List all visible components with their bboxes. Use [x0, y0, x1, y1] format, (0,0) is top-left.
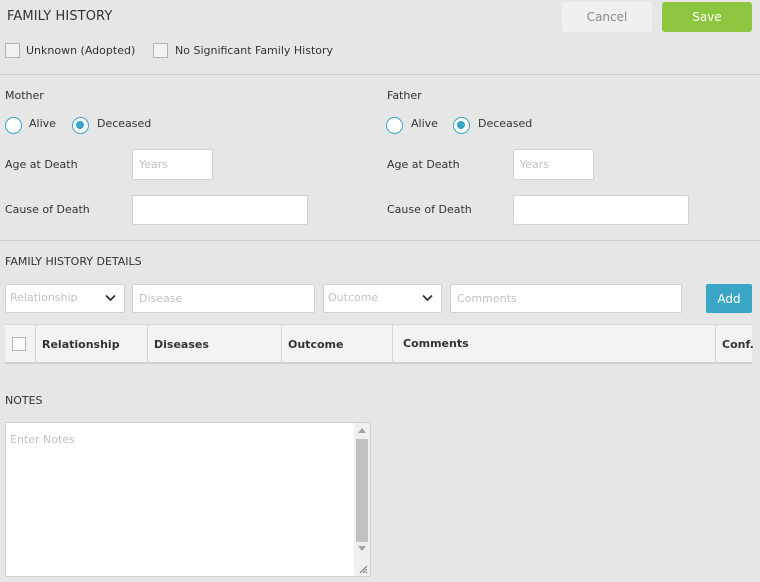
notes-textarea[interactable]	[6, 423, 356, 576]
father-age-label: Age at Death	[387, 158, 460, 171]
outcome-select-value: Outcome	[328, 291, 379, 304]
details-heading: FAMILY HISTORY DETAILS	[5, 255, 142, 268]
mother-alive-label: Alive	[29, 117, 56, 130]
column-header-relationship[interactable]: Relationship	[36, 325, 148, 363]
chevron-down-icon	[422, 294, 433, 302]
scroll-thumb[interactable]	[356, 439, 368, 542]
father-cause-input[interactable]	[513, 195, 689, 225]
father-alive-radio[interactable]	[386, 117, 403, 134]
father-deceased-radio[interactable]	[453, 117, 470, 134]
mother-age-input[interactable]	[132, 149, 213, 180]
resize-grip-icon[interactable]	[358, 564, 368, 574]
select-all-checkbox[interactable]	[12, 337, 26, 351]
unknown-adopted-checkbox[interactable]	[5, 43, 20, 58]
father-age-input[interactable]	[513, 149, 594, 180]
mother-age-label: Age at Death	[5, 158, 78, 171]
no-significant-history-label: No Significant Family History	[175, 44, 334, 57]
column-header-comments[interactable]: Comments	[393, 325, 716, 363]
select-all-cell	[5, 325, 36, 363]
save-button[interactable]: Save	[662, 2, 752, 32]
mother-heading: Mother	[5, 89, 44, 102]
page-title: FAMILY HISTORY	[7, 9, 113, 24]
comments-input[interactable]	[450, 284, 682, 313]
divider	[0, 240, 760, 241]
divider	[0, 74, 760, 75]
outcome-select[interactable]: Outcome	[323, 284, 442, 313]
relationship-select[interactable]: Relationship	[5, 284, 125, 313]
father-deceased-label: Deceased	[478, 117, 533, 130]
column-header-conf[interactable]: Conf.	[716, 325, 754, 363]
cancel-button[interactable]: Cancel	[562, 2, 652, 32]
notes-scrollbar[interactable]	[354, 423, 370, 576]
father-heading: Father	[387, 89, 422, 102]
mother-alive-radio[interactable]	[5, 117, 22, 134]
family-history-table-header: Relationship Diseases Outcome Comments C…	[5, 324, 754, 364]
relationship-select-value: Relationship	[10, 291, 78, 304]
scroll-up-icon[interactable]	[358, 428, 366, 433]
disease-input[interactable]	[132, 284, 315, 313]
column-header-diseases[interactable]: Diseases	[148, 325, 282, 363]
notes-heading: NOTES	[5, 394, 43, 407]
notes-box	[5, 422, 371, 577]
mother-deceased-radio[interactable]	[72, 117, 89, 134]
unknown-adopted-label: Unknown (Adopted)	[26, 44, 136, 57]
mother-cause-label: Cause of Death	[5, 203, 90, 216]
column-header-outcome[interactable]: Outcome	[282, 325, 393, 363]
chevron-down-icon	[105, 294, 116, 302]
no-significant-history-checkbox[interactable]	[153, 43, 168, 58]
father-alive-label: Alive	[411, 117, 438, 130]
mother-deceased-label: Deceased	[97, 117, 152, 130]
scroll-down-icon[interactable]	[358, 546, 366, 551]
mother-cause-input[interactable]	[132, 195, 308, 225]
add-button[interactable]: Add	[706, 284, 752, 313]
father-cause-label: Cause of Death	[387, 203, 472, 216]
